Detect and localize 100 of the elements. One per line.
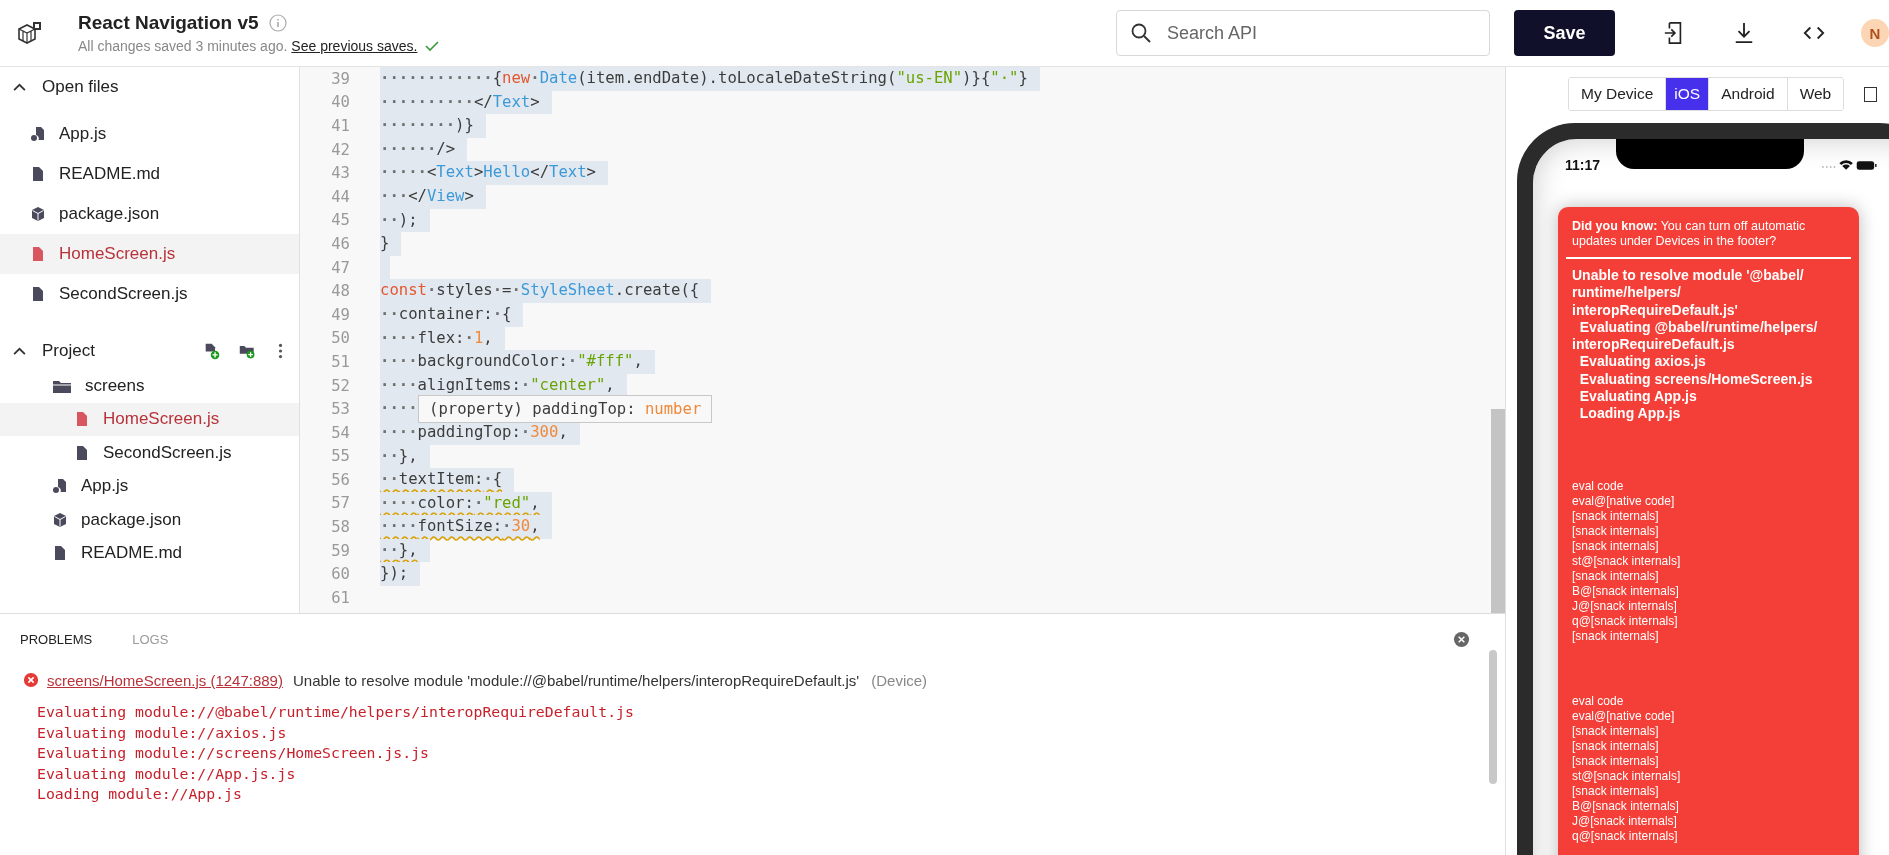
- file-icon: [74, 444, 90, 461]
- app-file-icon: [30, 126, 46, 142]
- stack-line: [snack internals]: [1572, 738, 1660, 754]
- status-time: 11:17: [1565, 157, 1601, 173]
- line-number: 56: [330, 470, 350, 489]
- line-number: 43: [330, 164, 350, 183]
- stack-line: B@[snack internals]: [1572, 583, 1680, 599]
- tip-text: Did you know: You can turn off automatic updates under Devices in the footer?: [1571, 219, 1807, 249]
- file-icon: [30, 246, 46, 262]
- section-title[interactable]: Project: [42, 341, 95, 361]
- line-number: 48: [330, 282, 350, 301]
- line-number: 49: [330, 305, 350, 324]
- stack-line: eval@[native code]: [1572, 493, 1676, 509]
- file-tree-item[interactable]: HomeScreen.js: [0, 402, 299, 436]
- stack-line: eval@[native code]: [1572, 708, 1676, 724]
- line-number: 44: [330, 187, 350, 206]
- file-tree-item[interactable]: package.json: [0, 503, 299, 537]
- scrollbar-thumb[interactable]: [1491, 409, 1505, 613]
- line-number: 47: [330, 258, 350, 277]
- app-file-icon: [52, 478, 68, 495]
- previous-saves-link[interactable]: See previous saves.: [291, 38, 418, 54]
- stack-line: B@[snack internals]: [1572, 798, 1680, 814]
- stack-line: st@[snack internals]: [1572, 553, 1682, 569]
- file-tree-item[interactable]: HomeScreen.js: [0, 234, 299, 274]
- file-icon: [52, 545, 68, 562]
- square-icon[interactable]: [1864, 86, 1878, 102]
- more-icon[interactable]: [278, 343, 283, 359]
- cube-icon: [52, 511, 68, 528]
- user-avatar[interactable]: N: [1861, 19, 1889, 47]
- stack-trace-line: Evaluating module://screens/HomeScreen.js.js: [36, 743, 430, 763]
- file-tree-item[interactable]: package.json: [0, 194, 299, 234]
- line-number: 51: [330, 352, 350, 371]
- file-tree-item[interactable]: README.md: [0, 154, 299, 194]
- scrollbar-thumb[interactable]: [1489, 650, 1497, 784]
- file-tree-item[interactable]: App.js: [0, 469, 299, 503]
- error-message: Unable to resolve module 'module://@babel/runtime/helpers/interopRequireDefault.js': [292, 671, 860, 689]
- cube-icon: [30, 206, 46, 222]
- download-icon[interactable]: [1733, 22, 1755, 44]
- line-number: 41: [330, 117, 350, 135]
- check-icon: [425, 40, 440, 52]
- new-file-icon[interactable]: [204, 342, 221, 360]
- error-line: Evaluating App.js: [1578, 388, 1698, 406]
- error-line: Evaluating axios.js: [1578, 353, 1707, 371]
- error-source: (Device): [871, 671, 928, 689]
- close-icon[interactable]: [1453, 630, 1470, 648]
- platform-tab[interactable]: iOS: [1666, 78, 1710, 110]
- file-tree-item[interactable]: README.md: [0, 536, 299, 570]
- line-number: 54: [330, 423, 350, 442]
- chevron-up-icon[interactable]: [13, 346, 26, 356]
- error-line: interopRequireDefault.js': [1572, 301, 1739, 319]
- file-icon: [30, 286, 46, 302]
- line-number: 53: [330, 400, 350, 419]
- file-tree-item[interactable]: App.js: [0, 114, 299, 154]
- section-title[interactable]: Open files: [42, 77, 119, 97]
- stack-line: eval code: [1572, 693, 1625, 709]
- save-button[interactable]: Save: [1514, 10, 1615, 56]
- stack-line: [snack internals]: [1572, 753, 1660, 769]
- stack-line: [snack internals]: [1572, 538, 1660, 554]
- stack-line: J@[snack internals]: [1572, 598, 1678, 614]
- line-number: 61: [330, 588, 350, 607]
- panel-tab[interactable]: PROBLEMS: [20, 627, 99, 651]
- project-title: React Navigation v5: [78, 12, 259, 34]
- search-field[interactable]: Search API: [1116, 10, 1490, 56]
- stack-line: q@[snack internals]: [1572, 613, 1679, 629]
- line-number: 57: [330, 494, 350, 513]
- stack-trace-line: Evaluating module://axios.js: [36, 722, 288, 743]
- line-number: 42: [330, 140, 350, 159]
- stack-trace-line: Evaluating module://App.js.js: [36, 763, 297, 784]
- stack-line: [snack internals]: [1572, 523, 1660, 539]
- status-icons: [1820, 158, 1879, 172]
- error-icon: [23, 672, 39, 688]
- chevron-up-icon[interactable]: [13, 82, 26, 92]
- platform-tab[interactable]: My Device: [1569, 78, 1667, 110]
- error-line: runtime/helpers/: [1572, 284, 1682, 302]
- file-tree-item[interactable]: SecondScreen.js: [0, 274, 299, 314]
- stack-line: [snack internals]: [1572, 783, 1660, 799]
- line-number: 60: [330, 565, 350, 584]
- stack-line: [snack internals]: [1572, 723, 1660, 739]
- line-number: 58: [330, 518, 350, 537]
- stack-line: q@[snack internals]: [1572, 828, 1679, 844]
- error-location-link[interactable]: screens/HomeScreen.js (1247:889): [47, 671, 283, 689]
- line-number: 59: [330, 541, 350, 560]
- error-line: Evaluating screens/HomeScreen.js: [1578, 370, 1814, 389]
- line-number: 40: [330, 93, 350, 112]
- search-icon: [1131, 23, 1151, 43]
- stack-line: [snack internals]: [1572, 628, 1660, 644]
- line-number: 55: [330, 447, 350, 466]
- stack-line: [snack internals]: [1572, 508, 1660, 524]
- error-line: Unable to resolve module '@babel/: [1572, 267, 1805, 285]
- line-number: 46: [330, 234, 350, 253]
- file-tree-item[interactable]: screens: [0, 369, 299, 403]
- line-number: 39: [330, 69, 350, 88]
- type-tooltip: (property) paddingTop: number: [418, 395, 713, 424]
- stack-line: J@[snack internals]: [1572, 813, 1678, 829]
- stack-line: eval code: [1572, 478, 1625, 494]
- save-status: All changes saved 3 minutes ago.: [78, 38, 288, 54]
- stack-line: st@[snack internals]: [1572, 768, 1682, 784]
- file-tree-item[interactable]: SecondScreen.js: [0, 436, 299, 470]
- line-number: 45: [330, 211, 350, 230]
- stack-trace-line: Evaluating module://@babel/runtime/helpers/interopRequireDefault.js: [36, 702, 635, 722]
